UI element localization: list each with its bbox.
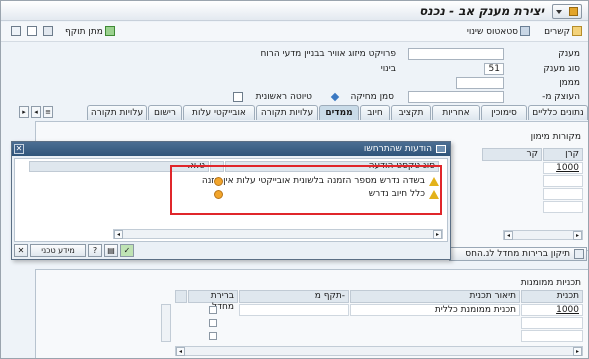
document-icon[interactable] xyxy=(25,26,37,37)
messages-dialog-title: הודעות שהתרחשו ✕ xyxy=(12,142,450,156)
relationships-icon xyxy=(572,26,582,36)
program-row-description: תכנית ממומנת כללית xyxy=(350,304,520,316)
tab-references[interactable]: סימוכין xyxy=(481,105,527,120)
tab-list-icon[interactable]: ≡ xyxy=(43,106,53,118)
export-icon[interactable]: ▤ xyxy=(104,244,118,257)
messages-dialog-title-text: הודעות שהתרחשו xyxy=(363,144,432,154)
tab-billing[interactable]: חיוב xyxy=(360,105,390,120)
funder-label: מממן xyxy=(559,78,580,88)
funded-programs-title: תכניות ממומנות xyxy=(520,278,581,288)
funding-empty-row[interactable] xyxy=(543,188,583,200)
scroll-left-icon[interactable]: ◂ xyxy=(114,230,123,239)
tab-cost-objects[interactable]: אובייקטי עלות xyxy=(183,105,255,120)
tab-budget[interactable]: תקציב xyxy=(391,105,431,120)
grant-label: מענק xyxy=(558,49,580,59)
toolbar-status-change-button[interactable]: סטאטוס שינוי xyxy=(467,26,530,37)
status-icon xyxy=(520,26,530,36)
toolbar-validate-button[interactable]: מתן תוקף xyxy=(65,26,115,37)
program-empty-row[interactable] xyxy=(521,317,583,329)
close-icon[interactable]: ✕ xyxy=(14,144,24,154)
validate-icon xyxy=(104,26,115,36)
tab-responsibility[interactable]: אחריות xyxy=(432,105,480,120)
tab-general-data[interactable]: נתונים כלליים xyxy=(528,105,588,120)
tab-strip: נתונים כלליים סימוכין אחריות תקציב חיוב … xyxy=(19,105,588,121)
funding-empty-row[interactable] xyxy=(543,175,583,187)
program-empty-checkbox[interactable] xyxy=(209,332,217,340)
program-row-valid-from[interactable] xyxy=(239,304,349,316)
save-icon[interactable] xyxy=(41,26,53,37)
toolbar-validate-label: מתן תוקף xyxy=(65,27,103,37)
toolbar-relationships-button[interactable]: קשרים xyxy=(544,26,582,37)
grant-field[interactable] xyxy=(408,48,504,60)
scroll-right-icon[interactable]: ▸ xyxy=(573,231,582,240)
fix-defaults-label: תיקון ברירות מחדל לנ.החס xyxy=(465,249,570,259)
funding-section-title: מקורות מימון xyxy=(530,132,581,142)
scroll-right-icon[interactable]: ▸ xyxy=(433,230,442,239)
program-row-default-checkbox[interactable] xyxy=(209,306,217,314)
funding-horizontal-scrollbar[interactable]: ◂ ▸ xyxy=(503,230,583,240)
funding-row-value[interactable]: 1000 xyxy=(543,162,583,174)
grant-type-field[interactable]: 51 xyxy=(484,63,504,75)
toolbar-relationships-label: קשרים xyxy=(544,27,570,37)
grant-type-label: סוג מענק xyxy=(543,64,580,74)
scroll-left-icon[interactable]: ◂ xyxy=(504,231,513,240)
program-row-id[interactable]: 1000 xyxy=(521,304,583,316)
col-program-description: תיאור תכנית xyxy=(350,290,520,303)
messages-icon xyxy=(436,145,446,153)
funding-col-source: קרן xyxy=(543,148,583,161)
highlight-box xyxy=(170,165,442,215)
header-form: מענק פרויקט מיזוג אוויר בבניין מדעי הרוח… xyxy=(1,44,588,104)
app-window: יצירת מענק אב - נכנס קשרים סטאטוס שינוי … xyxy=(0,0,589,359)
window-title: יצירת מענק אב - נכנס xyxy=(419,4,544,18)
grantee-field[interactable] xyxy=(408,91,504,103)
help-icon[interactable]: ? xyxy=(88,244,102,257)
tab-overhead-costs-2[interactable]: עלויות תקורה xyxy=(87,105,147,120)
programs-horizontal-scrollbar[interactable]: ◂ ▸ xyxy=(175,346,583,356)
col-default: ברירת מחדל xyxy=(188,290,238,312)
application-toolbar: קשרים סטאטוס שינוי מתן תוקף xyxy=(1,22,588,42)
col-funded-program: תכנית ממומנת xyxy=(521,290,583,312)
fix-defaults-button[interactable]: תיקון ברירות מחדל לנ.החס xyxy=(449,247,587,261)
tab-overhead-costs[interactable]: עלויות תקורה xyxy=(256,105,318,120)
program-empty-checkbox[interactable] xyxy=(209,319,217,327)
toolbar-status-change-label: סטאטוס שינוי xyxy=(466,27,518,37)
draft-label: טיוטה ראשונית xyxy=(255,92,312,102)
scroll-right-icon[interactable]: ▸ xyxy=(573,347,582,356)
delete-flag-label: סמן מחיקה xyxy=(350,92,394,102)
technical-info-button[interactable]: מידע טכני xyxy=(30,244,86,257)
programs-vertical-scrollbar[interactable] xyxy=(161,304,171,342)
fix-defaults-icon xyxy=(574,249,584,259)
technical-info-label: מידע טכני xyxy=(41,246,75,255)
col-valid-from: תקף מ- xyxy=(239,290,349,303)
funding-empty-row[interactable] xyxy=(543,201,583,213)
draft-edit-icon[interactable] xyxy=(233,92,243,102)
tab-dimensions[interactable]: ממדים xyxy=(319,105,359,120)
cancel-icon[interactable]: ✕ xyxy=(14,244,28,257)
table-settings-icon[interactable] xyxy=(175,290,187,303)
funded-programs-panel: תכניות ממומנות תכנית ממומנת תיאור תכנית … xyxy=(35,269,588,358)
new-icon[interactable] xyxy=(9,26,21,37)
title-bar: יצירת מענק אב - נכנס xyxy=(1,1,588,21)
grant-type-description: בינוי xyxy=(380,64,396,74)
program-empty-row[interactable] xyxy=(521,330,583,342)
messages-horizontal-scrollbar[interactable]: ◂ ▸ xyxy=(113,229,443,239)
funder-field[interactable] xyxy=(456,77,504,89)
messages-dialog-footer: ✕ מידע טכני ? ▤ ✓ xyxy=(14,244,134,258)
scroll-left-icon[interactable]: ◂ xyxy=(176,347,185,356)
grantee-label: העוצק מ- xyxy=(542,92,580,102)
delete-flag-icon[interactable] xyxy=(330,92,340,102)
confirm-icon[interactable]: ✓ xyxy=(120,244,134,257)
tab-scroll-left-icon[interactable]: ◂ xyxy=(31,106,41,118)
window-menu-icon[interactable] xyxy=(552,4,582,19)
tab-registration[interactable]: רישום xyxy=(148,105,182,120)
grant-description: פרויקט מיזוג אוויר בבניין מדעי הרוח xyxy=(260,49,396,59)
funding-col-other: קר xyxy=(482,148,542,161)
tab-scroll-right-icon[interactable]: ▸ xyxy=(19,106,29,118)
